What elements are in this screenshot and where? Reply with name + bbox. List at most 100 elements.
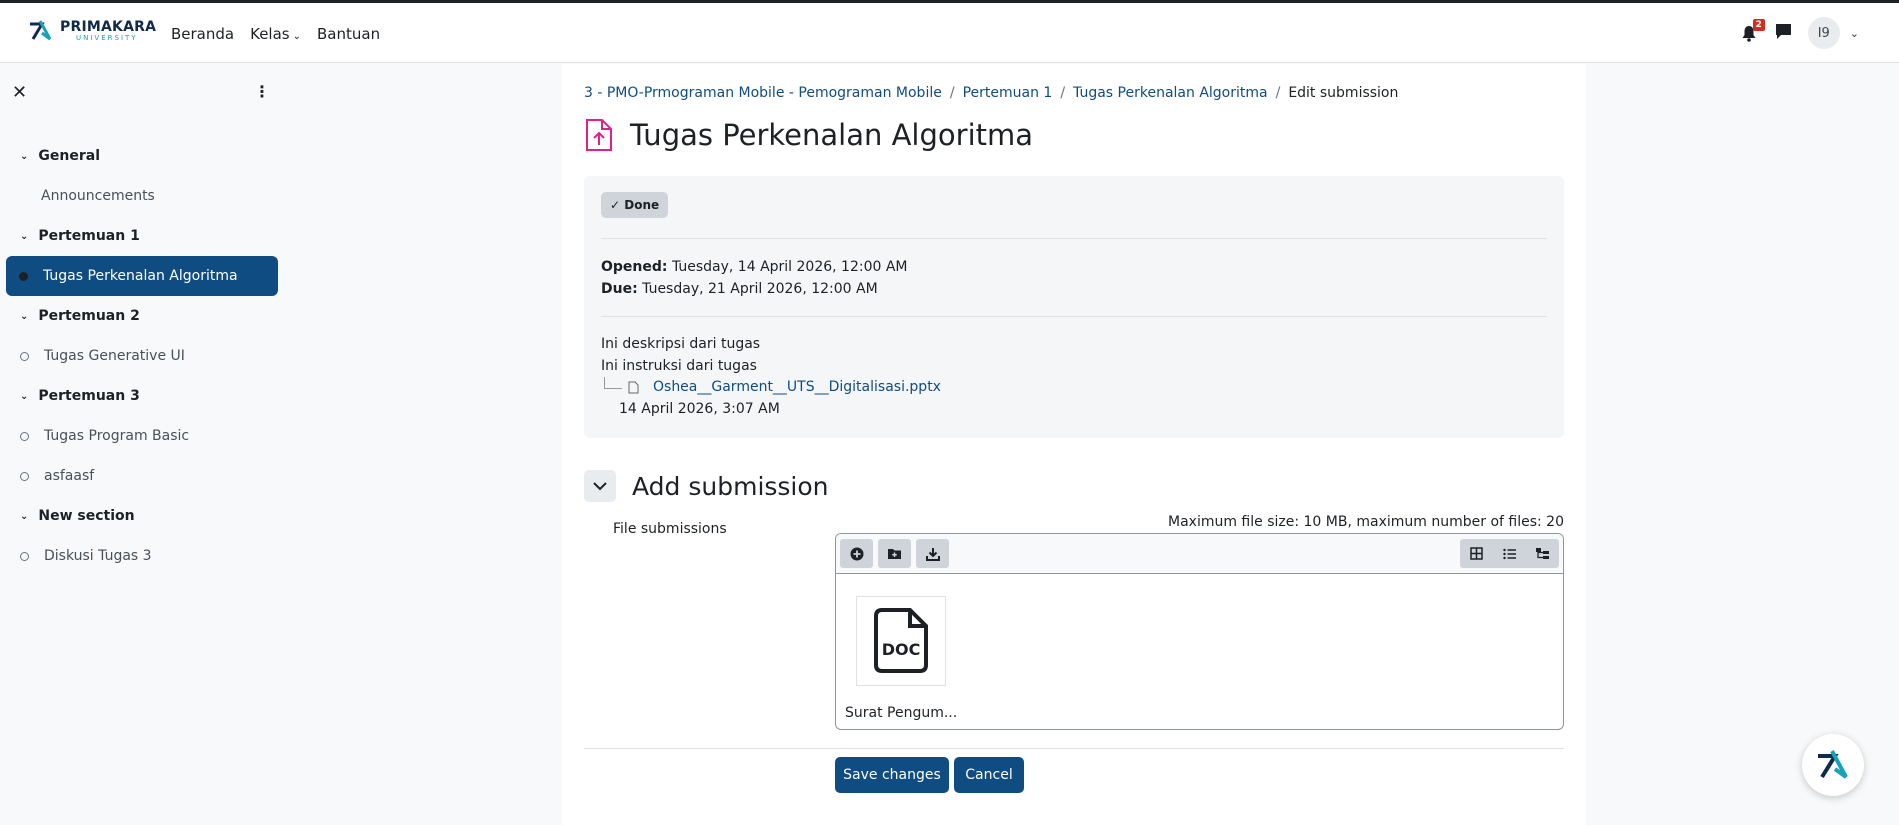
close-drawer-button[interactable]: ✕	[12, 82, 27, 103]
activity-dates: Opened: Tuesday, 14 April 2026, 12:00 AM…	[601, 256, 908, 300]
add-circle-icon	[850, 547, 863, 560]
sidebar-item-tugas-program-basic[interactable]: Tugas Program Basic	[0, 416, 284, 456]
breadcrumb: 3 - PMO-Prmograman Mobile - Pemograman M…	[584, 85, 1398, 101]
completion-status-badge: ✓ Done	[601, 192, 669, 218]
course-index-drawer: ✕ ⋮ ⌄ General Announcements ⌄ Pertemuan 1 …	[0, 64, 284, 825]
notifications-button[interactable]: 2	[1739, 19, 1765, 43]
breadcrumb-course[interactable]: 3 - PMO-Prmograman Mobile - Pemograman M…	[584, 85, 942, 101]
attachment-link[interactable]: Oshea__Garment__UTS__Digitalisasi.pptx	[653, 379, 941, 395]
nav-help[interactable]: Bantuan	[317, 25, 380, 43]
sidebar-section-new-section[interactable]: ⌄ New section	[0, 496, 284, 536]
completion-circle-icon	[19, 271, 28, 281]
status-label: Done	[624, 198, 660, 212]
folder-plus-icon	[888, 549, 901, 559]
breadcrumb-section[interactable]: Pertemuan 1	[963, 85, 1053, 101]
section-title: Pertemuan 3	[38, 388, 140, 404]
kebab-menu-icon: ⋮	[254, 82, 270, 101]
section-title: Pertemuan 2	[38, 308, 140, 324]
breadcrumb-separator: /	[1060, 85, 1066, 101]
completion-circle-icon	[20, 551, 29, 561]
checkmark-icon: ✓	[610, 198, 621, 212]
download-all-button[interactable]	[916, 539, 949, 568]
divider	[601, 238, 1547, 239]
breadcrumb-separator: /	[1275, 85, 1281, 101]
save-changes-button[interactable]: Save changes	[835, 757, 949, 793]
file-manager: DOC Surat Pengum...	[835, 533, 1564, 730]
sidebar-section-pertemuan-3[interactable]: ⌄ Pertemuan 3	[0, 376, 284, 416]
chevron-down-icon: ⌄	[20, 390, 29, 402]
collapse-section-button[interactable]	[584, 470, 616, 502]
sidebar-section-pertemuan-1[interactable]: ⌄ Pertemuan 1	[0, 216, 284, 256]
primakara-logo-icon	[1818, 750, 1848, 779]
primakara-logo-icon	[30, 20, 52, 41]
close-icon: ✕	[12, 82, 28, 103]
cancel-button[interactable]: Cancel	[954, 757, 1024, 793]
sidebar-item-label: Tugas Generative UI	[44, 348, 185, 364]
opened-label: Opened:	[601, 259, 668, 275]
due-date: Tuesday, 21 April 2026, 12:00 AM	[642, 281, 878, 297]
divider	[601, 316, 1547, 317]
sidebar-item-announcements[interactable]: Announcements	[0, 176, 284, 216]
chevron-down-icon: ⌄	[20, 230, 29, 242]
uploaded-file-thumbnail[interactable]: DOC	[856, 596, 946, 686]
uploaded-file-name[interactable]: Surat Pengum...	[845, 705, 957, 721]
chevron-down-icon: ⌄	[20, 150, 29, 162]
description-text: Ini deskripsi dari tugas	[601, 336, 761, 352]
activity-information: ✓ Done Opened: Tuesday, 14 April 2026, 1…	[584, 176, 1564, 438]
breadcrumb-activity[interactable]: Tugas Perkenalan Algoritma	[1073, 85, 1268, 101]
activity-description: Ini deskripsi dari tugas Ini instruksi d…	[601, 333, 760, 377]
sidebar-item-label: Tugas Program Basic	[44, 428, 190, 444]
messages-button[interactable]	[1775, 23, 1792, 44]
nav-classes[interactable]: Kelas ⌄	[250, 25, 301, 43]
sidebar-item-diskusi-tugas-3[interactable]: Diskusi Tugas 3	[0, 536, 284, 576]
nav-home[interactable]: Beranda	[171, 25, 234, 43]
file-limits-text: Maximum file size: 10 MB, maximum number…	[1168, 514, 1564, 530]
chevron-down-icon: ⌄	[20, 310, 29, 322]
chevron-down-icon	[593, 481, 607, 490]
brand-name: PRIMAKARA	[60, 19, 157, 35]
drawer-options-button[interactable]: ⋮	[254, 82, 270, 101]
sidebar-item-asfaasf[interactable]: asfaasf	[0, 456, 284, 496]
sidebar-item-tugas-perkenalan-algoritma[interactable]: Tugas Perkenalan Algoritma	[6, 256, 278, 296]
breadcrumb-current: Edit submission	[1288, 85, 1399, 101]
breadcrumb-separator: /	[949, 85, 955, 101]
doc-file-icon: DOC	[874, 608, 928, 673]
brand-subtitle: UNIVERSITY	[76, 34, 138, 42]
view-mode-group	[1460, 539, 1559, 568]
add-file-button[interactable]	[840, 539, 873, 568]
sidebar-section-pertemuan-2[interactable]: ⌄ Pertemuan 2	[0, 296, 284, 336]
sidebar-item-label: asfaasf	[44, 468, 95, 484]
tree-connector	[604, 377, 622, 389]
add-submission-heading: Add submission	[632, 471, 829, 501]
nav-classes-label: Kelas	[250, 25, 290, 43]
section-title: New section	[38, 508, 135, 524]
user-menu[interactable]: I9 ⌄	[1807, 17, 1859, 49]
chat-bubble-icon	[1775, 23, 1791, 39]
completion-circle-icon	[20, 471, 29, 481]
completion-circle-icon	[20, 431, 29, 441]
list-icon	[1502, 548, 1516, 559]
sidebar-item-label: Tugas Perkenalan Algoritma	[43, 268, 238, 284]
view-icons-button[interactable]	[1460, 539, 1493, 568]
sidebar-item-label: Diskusi Tugas 3	[44, 548, 152, 564]
course-index: ⌄ General Announcements ⌄ Pertemuan 1 Tuga…	[0, 136, 284, 576]
brand-logo[interactable]: PRIMAKARA UNIVERSITY	[28, 19, 156, 43]
file-icon	[628, 381, 639, 393]
primary-nav: Beranda Kelas ⌄ Bantuan	[171, 25, 380, 43]
attachment-date: 14 April 2026, 3:07 AM	[619, 401, 780, 417]
main-content: 3 - PMO-Prmograman Mobile - Pemograman M…	[562, 64, 1586, 825]
file-type-label: DOC	[882, 640, 921, 659]
sidebar-section-general[interactable]: ⌄ General	[0, 136, 284, 176]
file-submissions-label: File submissions	[613, 521, 727, 537]
notification-count-badge: 2	[1752, 19, 1765, 31]
section-title: General	[38, 148, 100, 164]
view-tree-button[interactable]	[1526, 539, 1559, 568]
sidebar-item-tugas-generative-ui[interactable]: Tugas Generative UI	[0, 336, 284, 376]
floating-assistant-button[interactable]	[1802, 734, 1864, 796]
file-manager-toolbar	[836, 534, 1563, 574]
create-folder-button[interactable]	[878, 539, 911, 568]
folder-tree-icon	[1536, 548, 1549, 559]
view-list-button[interactable]	[1493, 539, 1526, 568]
attachment-row: Oshea__Garment__UTS__Digitalisasi.pptx	[604, 377, 941, 395]
grid-icon	[1470, 547, 1483, 560]
